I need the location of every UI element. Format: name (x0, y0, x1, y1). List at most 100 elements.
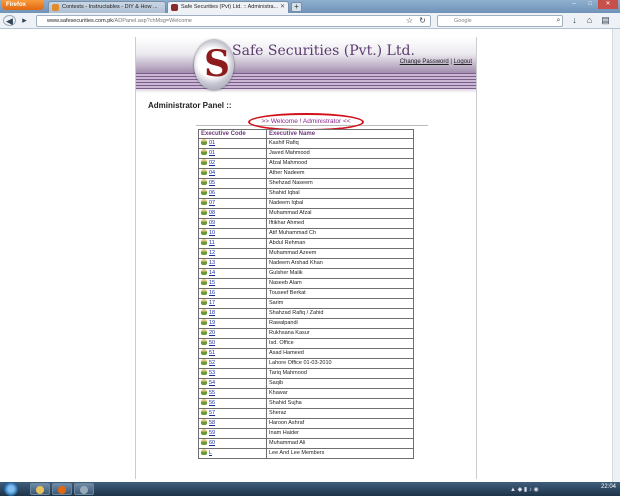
reload-icon[interactable]: ↻ (417, 15, 428, 26)
user-icon (201, 359, 207, 365)
executive-code-link[interactable]: L (209, 450, 212, 456)
user-icon (201, 229, 207, 235)
executive-code-link[interactable]: 02 (209, 160, 215, 166)
executive-code-link[interactable]: 04 (209, 170, 215, 176)
executive-code-cell: 57 (198, 408, 267, 419)
taskbar-firefox[interactable] (52, 483, 72, 495)
executive-code-link[interactable]: 09 (209, 220, 215, 226)
executive-code-link[interactable]: 01 (209, 140, 215, 146)
executive-code-link[interactable]: 53 (209, 370, 215, 376)
search-icon[interactable]: ⌕ (553, 15, 564, 26)
tab-instructables[interactable]: Contests - Instructables - DIY & How ... (48, 1, 166, 13)
bookmark-star-icon[interactable]: ☆ (404, 15, 415, 26)
executive-name-cell: Touseef Berkat (266, 288, 414, 299)
executive-code-link[interactable]: 59 (209, 430, 215, 436)
table-row: 15 Naseeb Alam (198, 278, 414, 289)
table-row: 20 Rukhsana Kasur (198, 328, 414, 339)
executive-code-link[interactable]: 08 (209, 210, 215, 216)
executive-name-cell: Haroon Ashraf (266, 418, 414, 429)
taskbar-app[interactable] (74, 483, 94, 495)
table-row: 06 Shahid Iqbal (198, 188, 414, 199)
executive-code-link[interactable]: 55 (209, 390, 215, 396)
logout-link[interactable]: Logout (454, 59, 472, 65)
maximize-icon[interactable]: □ (582, 0, 598, 9)
executive-code-link[interactable]: 11 (209, 240, 215, 246)
executive-name-cell: Iftikhar Ahmed (266, 218, 414, 229)
executive-name-cell: Atif Muhammad Ch (266, 228, 414, 239)
url-path: /ADPanel.asp?chMsg=Welcome (113, 18, 192, 24)
executive-code-link[interactable]: 10 (209, 230, 215, 236)
executive-code-link[interactable]: 05 (209, 180, 215, 186)
new-tab-button[interactable]: + (291, 2, 302, 12)
executive-name-cell: Sarim (266, 298, 414, 309)
executive-code-link[interactable]: 19 (209, 320, 215, 326)
table-body: 01 Kashif Rafiq 01 Javed Mahmood 02 Afzal Mah… (198, 138, 414, 459)
table-row: 58 Haroon Ashraf (198, 418, 414, 429)
executive-code-link[interactable]: 13 (209, 260, 215, 266)
executive-name-cell: Muhammad Ali (266, 438, 414, 449)
executive-code-link[interactable]: 52 (209, 360, 215, 366)
executive-code-cell: 56 (198, 398, 267, 409)
firefox-icon (58, 486, 66, 494)
executive-code-link[interactable]: 20 (209, 330, 215, 336)
executive-code-link[interactable]: 51 (209, 350, 215, 356)
executive-code-cell: 18 (198, 308, 267, 319)
logo-letter: S (204, 43, 230, 85)
executive-code-link[interactable]: 16 (209, 290, 215, 296)
table-row: 09 Iftikhar Ahmed (198, 218, 414, 229)
executive-code-link[interactable]: 01 (209, 150, 215, 156)
user-icon (201, 429, 207, 435)
user-icon (201, 169, 207, 175)
back-icon[interactable]: ◀ (3, 15, 16, 26)
tab-safe-securities[interactable]: Safe Securities (Pvt) Ltd. :: Administra… (167, 1, 289, 13)
user-icon (201, 249, 207, 255)
executive-code-link[interactable]: 12 (209, 250, 215, 256)
close-window-icon[interactable]: ✕ (598, 0, 618, 9)
vertical-scrollbar[interactable] (612, 29, 620, 482)
search-input[interactable]: Google (437, 15, 563, 27)
home-icon[interactable]: ⌂ (584, 15, 595, 26)
executive-code-link[interactable]: 60 (209, 440, 215, 446)
tab-label: Contests - Instructables - DIY & How ... (62, 4, 158, 10)
executive-code-link[interactable]: 58 (209, 420, 215, 426)
executive-code-link[interactable]: 50 (209, 340, 215, 346)
executive-code-cell: 07 (198, 198, 267, 209)
executive-code-link[interactable]: 18 (209, 310, 215, 316)
table-row: L Lee And Lee Members (198, 448, 414, 459)
table-row: 56 Shahid Sujha (198, 398, 414, 409)
executive-code-link[interactable]: 07 (209, 200, 215, 206)
minimize-icon[interactable]: – (566, 0, 582, 9)
executive-code-link[interactable]: 56 (209, 400, 215, 406)
executive-name-cell: Shahzad Rafiq / Zahid (266, 308, 414, 319)
user-icon (201, 369, 207, 375)
system-tray-icons[interactable]: ▲ ◆ ▮ ♪ ◉ (510, 486, 539, 493)
start-button[interactable] (4, 482, 18, 496)
executive-code-cell: 09 (198, 218, 267, 229)
taskbar-explorer[interactable] (30, 483, 50, 495)
change-password-link[interactable]: Change Password (400, 59, 449, 65)
executive-code-cell: 02 (198, 158, 267, 169)
executive-code-link[interactable]: 17 (209, 300, 215, 306)
executive-name-cell: Saqib (266, 378, 414, 389)
company-name: Safe Securities (Pvt.) Ltd. (232, 43, 415, 59)
url-bar[interactable]: www.safesecurities.com.pk/ADPanel.asp?ch… (36, 15, 431, 27)
executive-code-link[interactable]: 15 (209, 280, 215, 286)
company-logo: S (194, 40, 234, 90)
user-icon (201, 389, 207, 395)
forward-icon[interactable]: ▸ (19, 15, 30, 26)
table-row: 53 Tariq Mahmood (198, 368, 414, 379)
executive-name-cell: Rawalpandi (266, 318, 414, 329)
executive-name-cell: Inam Haider (266, 428, 414, 439)
executive-code-cell: 60 (198, 438, 267, 449)
executive-code-link[interactable]: 06 (209, 190, 215, 196)
table-row: 60 Muhammad Ali (198, 438, 414, 449)
menu-icon[interactable]: ▤ (600, 15, 611, 26)
table-row: 54 Saqib (198, 378, 414, 389)
executive-code-link[interactable]: 57 (209, 410, 215, 416)
user-icon (201, 199, 207, 205)
executive-code-link[interactable]: 54 (209, 380, 215, 386)
close-tab-icon[interactable]: ✕ (280, 2, 285, 13)
executive-code-link[interactable]: 14 (209, 270, 215, 276)
downloads-icon[interactable]: ↓ (569, 15, 580, 26)
firefox-menu-button[interactable]: Firefox (2, 0, 44, 10)
